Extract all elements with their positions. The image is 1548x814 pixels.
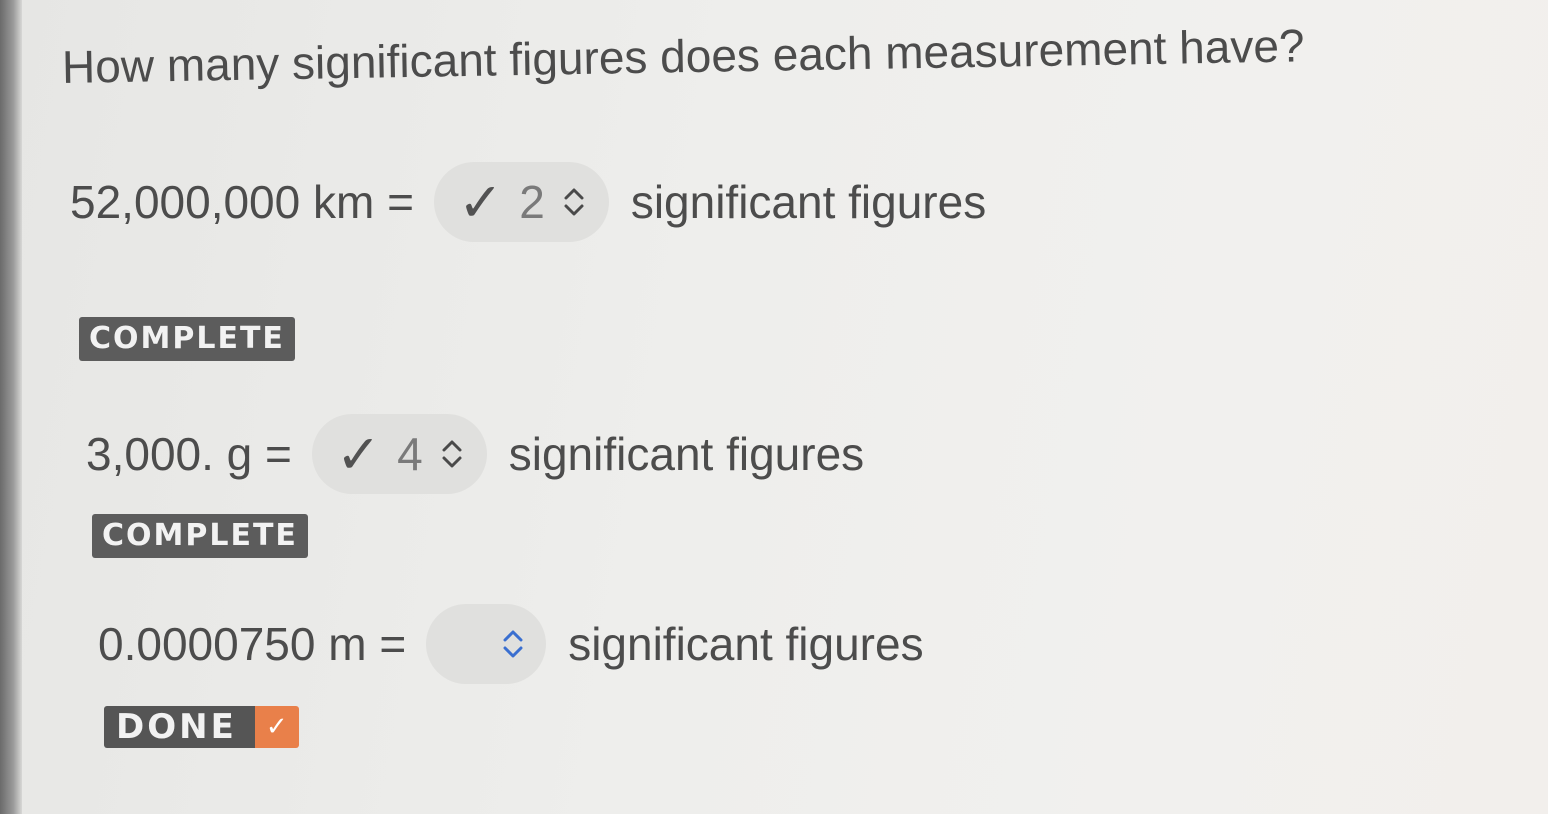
done-button[interactable]: DONE ✓ [104, 706, 299, 748]
question-text: How many significant figures does each m… [61, 19, 1305, 93]
checkmark-icon: ✓ [335, 422, 382, 486]
measurement-label: 3,000. g = [86, 428, 292, 480]
done-button-label: DONE [104, 706, 255, 748]
selected-value: 4 [397, 428, 423, 480]
chevron-up-down-icon [442, 440, 462, 468]
status-badge: COMPLETE [92, 514, 308, 558]
checkmark-icon: ✓ [457, 170, 504, 234]
suffix-text: significant figures [508, 428, 865, 480]
checkmark-icon: ✓ [254, 706, 299, 748]
status-badge: COMPLETE [79, 317, 295, 361]
question-panel: How many significant figures does each m… [22, 0, 1548, 814]
measurement-label: 52,000,000 km = [70, 176, 414, 228]
sigfig-select[interactable] [426, 604, 547, 684]
sigfig-select[interactable]: ✓ 4 [311, 414, 487, 494]
selected-value: 2 [519, 176, 545, 228]
measurement-row: 3,000. g = ✓ 4 significant figures [86, 414, 864, 494]
suffix-text: significant figures [568, 618, 924, 670]
screen-bezel [0, 0, 22, 814]
measurement-label: 0.0000750 m = [98, 618, 407, 670]
chevron-up-down-icon [564, 188, 584, 216]
chevron-up-down-icon [503, 630, 523, 658]
measurement-row: 0.0000750 m = significant figures [98, 604, 924, 684]
suffix-text: significant figures [630, 176, 987, 228]
measurement-row: 52,000,000 km = ✓ 2 significant figures [70, 162, 986, 242]
sigfig-select[interactable]: ✓ 2 [433, 162, 609, 242]
